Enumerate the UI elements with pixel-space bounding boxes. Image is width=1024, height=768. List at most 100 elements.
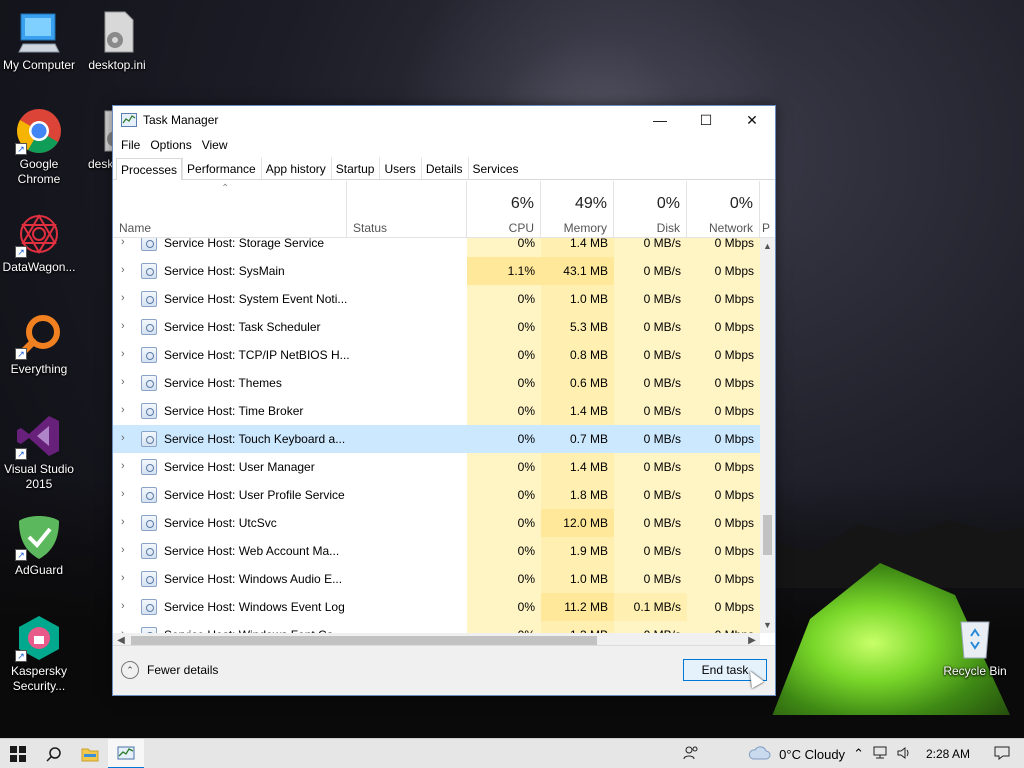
column-header-status[interactable]: Status	[347, 181, 467, 238]
memory-cell: 12.0 MB	[541, 509, 614, 537]
disk-cell: 0 MB/s	[614, 565, 687, 593]
table-row[interactable]: › Service Host: Storage Service 0% 1.4 MB 0 …	[113, 238, 760, 257]
table-row[interactable]: › Service Host: Web Account Ma... 0% 1.9 MB…	[113, 537, 760, 565]
tab-performance[interactable]: Performance	[182, 157, 261, 179]
table-row[interactable]: › Service Host: Windows Event Log 0% 11.2 M…	[113, 593, 760, 621]
service-host-icon	[141, 599, 157, 615]
process-name: Service Host: System Event Noti...	[164, 292, 348, 306]
desktop-icon-recycle-bin[interactable]: Recycle Bin	[937, 614, 1013, 679]
desktop-icon-visual-studio[interactable]: ↗ Visual Studio 2015	[1, 412, 77, 492]
maximize-button[interactable]: ☐	[683, 106, 729, 134]
table-row[interactable]: › Service Host: User Manager 0% 1.4 MB 0 MB/…	[113, 453, 760, 481]
table-row[interactable]: › Service Host: TCP/IP NetBIOS H... 0% 0.8 …	[113, 341, 760, 369]
expand-chevron-icon[interactable]: ›	[121, 264, 125, 276]
expand-chevron-icon[interactable]: ›	[121, 460, 125, 472]
expand-chevron-icon[interactable]: ›	[121, 320, 125, 332]
expand-chevron-icon[interactable]: ›	[121, 572, 125, 584]
people-icon[interactable]	[679, 745, 703, 764]
table-row[interactable]: › Service Host: Time Broker 0% 1.4 MB 0 MB/s…	[113, 397, 760, 425]
network-cell: 0 Mbps	[687, 621, 760, 633]
fewer-details-link[interactable]: ⌃ Fewer details	[121, 661, 218, 679]
tab-processes[interactable]: Processes	[116, 158, 183, 180]
column-header-power[interactable]: P	[760, 181, 775, 238]
menu-file[interactable]: File	[116, 138, 145, 152]
chevron-up-icon[interactable]: ⌃	[849, 746, 868, 762]
scroll-up-icon[interactable]: ▲	[760, 238, 775, 254]
table-row[interactable]: › Service Host: SysMain 1.1% 43.1 MB 0 MB/s 0…	[113, 257, 760, 285]
shortcut-arrow-icon: ↗	[15, 448, 27, 460]
network-cell: 0 Mbps	[687, 565, 760, 593]
clock[interactable]: 2:28 AM	[916, 747, 980, 761]
network-icon[interactable]	[868, 746, 892, 763]
desktop-icon-label: desktop.ini	[88, 58, 146, 72]
volume-icon[interactable]	[892, 746, 916, 763]
network-cell: 0 Mbps	[687, 285, 760, 313]
tab-services[interactable]: Services	[467, 157, 524, 179]
desktop-icon-kaspersky[interactable]: ↗ Kaspersky Security...	[1, 614, 77, 694]
tab-app-history[interactable]: App history	[260, 157, 331, 179]
expand-chevron-icon[interactable]: ›	[121, 488, 125, 500]
table-row[interactable]: › Service Host: Touch Keyboard a... 0% 0.7 …	[113, 425, 760, 453]
desktop-icon-desktop-ini[interactable]: desktop.ini	[79, 8, 155, 73]
tab-startup[interactable]: Startup	[330, 157, 380, 179]
horizontal-scroll-thumb[interactable]	[131, 636, 597, 645]
footer: ⌃ Fewer details End task	[113, 645, 775, 695]
desktop-icon-adguard[interactable]: ↗ AdGuard	[1, 513, 77, 578]
table-row[interactable]: › Service Host: Task Scheduler 0% 5.3 MB 0 M…	[113, 313, 760, 341]
table-row[interactable]: › Service Host: Themes 0% 0.6 MB 0 MB/s 0 Mbp…	[113, 369, 760, 397]
expand-chevron-icon[interactable]: ›	[121, 600, 125, 612]
table-row[interactable]: › Service Host: Windows Audio E... 0% 1.0 M…	[113, 565, 760, 593]
desktop-icon-desk[interactable]: desk	[79, 107, 115, 172]
close-button[interactable]: ✕	[729, 106, 775, 134]
column-header-disk[interactable]: 0% Disk	[614, 181, 687, 238]
recycle-bin-icon	[951, 614, 999, 662]
process-name: Service Host: User Manager	[164, 460, 315, 474]
cpu-cell: 0%	[467, 621, 541, 633]
column-header-name[interactable]: ⌃ Name	[113, 181, 347, 238]
desktop-icon-google-chrome[interactable]: ↗ Google Chrome	[1, 107, 77, 187]
desktop-icon-datawagon[interactable]: ↗ DataWagon...	[1, 210, 77, 275]
chevron-up-icon: ⌃	[121, 661, 139, 679]
memory-cell: 1.0 MB	[541, 565, 614, 593]
weather-text[interactable]: 0°C Cloudy	[775, 747, 849, 762]
column-header-network[interactable]: 0% Network	[687, 181, 760, 238]
tab-users[interactable]: Users	[379, 157, 420, 179]
table-row[interactable]: › Service Host: UtcSvc 0% 12.0 MB 0 MB/s 0 Mb…	[113, 509, 760, 537]
expand-chevron-icon[interactable]: ›	[121, 432, 125, 444]
cpu-cell: 1.1%	[467, 257, 541, 285]
title-bar[interactable]: Task Manager — ☐ ✕	[113, 106, 775, 134]
process-name: Service Host: User Profile Service	[164, 488, 345, 502]
desktop-icon-my-computer[interactable]: My Computer	[1, 8, 77, 73]
expand-chevron-icon[interactable]: ›	[121, 376, 125, 388]
expand-chevron-icon[interactable]: ›	[121, 292, 125, 304]
desktop-icon-everything[interactable]: ↗ Everything	[1, 312, 77, 377]
expand-chevron-icon[interactable]: ›	[121, 348, 125, 360]
taskbar: 0°C Cloudy ⌃ 2:28 AM	[0, 738, 1024, 768]
expand-chevron-icon[interactable]: ›	[121, 404, 125, 416]
windows-logo-icon	[10, 745, 26, 762]
expand-chevron-icon[interactable]: ›	[121, 238, 125, 248]
task-manager-taskbar-button[interactable]	[108, 738, 144, 768]
vertical-scroll-thumb[interactable]	[763, 515, 772, 555]
vertical-scrollbar[interactable]: ▲ ▼	[760, 238, 775, 633]
column-label: Memory	[563, 221, 607, 235]
file-explorer-button[interactable]	[72, 739, 108, 768]
expand-chevron-icon[interactable]: ›	[121, 516, 125, 528]
menu-options[interactable]: Options	[145, 138, 196, 152]
start-button[interactable]	[0, 739, 36, 768]
menu-view[interactable]: View	[197, 138, 233, 152]
notification-icon[interactable]	[980, 746, 1024, 763]
minimize-button[interactable]: —	[637, 106, 683, 134]
cloud-icon[interactable]	[743, 745, 775, 764]
column-header-memory[interactable]: 49% Memory	[541, 181, 614, 238]
table-row[interactable]: › Service Host: User Profile Service 0% 1.8…	[113, 481, 760, 509]
column-header-cpu[interactable]: 6% CPU	[467, 181, 541, 238]
tab-details[interactable]: Details	[420, 157, 468, 179]
disk-cell: 0 MB/s	[614, 621, 687, 633]
disk-cell: 0 MB/s	[614, 453, 687, 481]
table-row[interactable]: ›Service Host: Windows Font Ca...0%1.3 M…	[113, 621, 760, 633]
search-button[interactable]	[36, 739, 72, 768]
table-row[interactable]: › Service Host: System Event Noti... 0% 1.0…	[113, 285, 760, 313]
scroll-down-icon[interactable]: ▼	[760, 617, 775, 633]
expand-chevron-icon[interactable]: ›	[121, 544, 125, 556]
